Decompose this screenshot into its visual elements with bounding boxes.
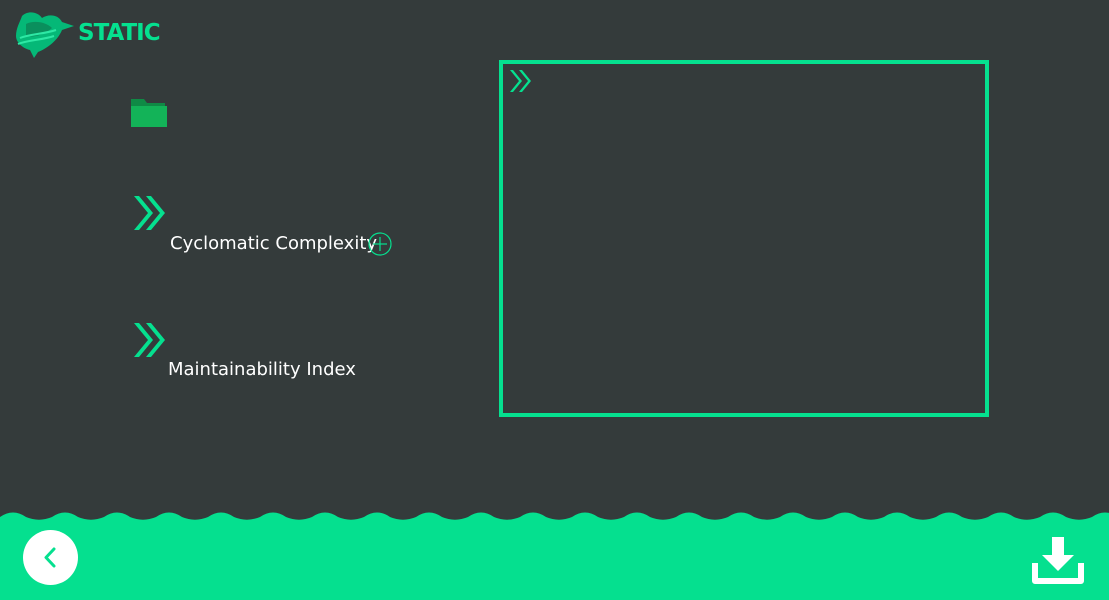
add-cyclomatic-complexity-button[interactable] xyxy=(368,232,392,256)
metric-label-cyclomatic-complexity: Cyclomatic Complexity xyxy=(170,233,378,254)
logo-mark-icon xyxy=(16,12,74,58)
chevron-left-icon xyxy=(44,547,56,568)
footer-wave xyxy=(0,512,1109,600)
download-icon xyxy=(1032,537,1084,584)
metric-label-maintainability-index: Maintainability Index xyxy=(168,359,356,380)
double-chevron-right-icon xyxy=(510,70,531,92)
double-chevron-right-icon xyxy=(134,196,165,230)
double-chevron-right-icon xyxy=(134,323,165,357)
app-logo: STATIC xyxy=(12,8,161,60)
logo-text: STATIC xyxy=(78,20,161,46)
plus-circle-icon xyxy=(368,232,392,256)
app-window: STATIC Cyclomatic Complexity Maintainabi… xyxy=(0,0,1109,600)
result-panel xyxy=(499,60,989,417)
download-button[interactable] xyxy=(1032,535,1084,585)
folder-icon xyxy=(131,99,167,127)
back-button[interactable] xyxy=(23,530,78,585)
open-folder-button[interactable] xyxy=(130,96,168,128)
